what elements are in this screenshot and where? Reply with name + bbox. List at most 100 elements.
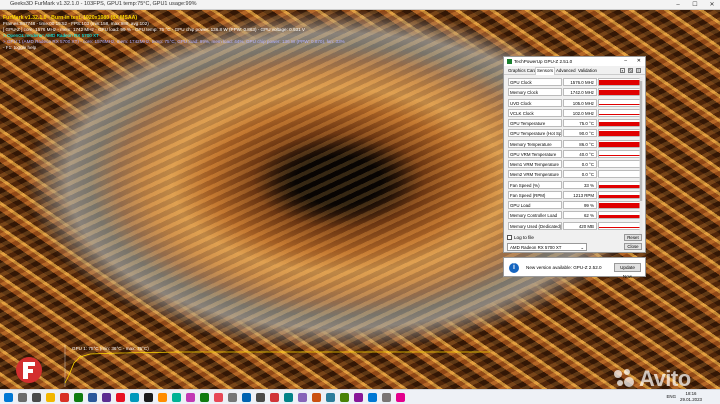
- app-icon-2[interactable]: [74, 393, 83, 402]
- sensor-name[interactable]: Memory Temperature: [508, 139, 562, 148]
- camera-icon[interactable]: ▪: [620, 68, 625, 73]
- sensor-value: 62 %: [563, 211, 597, 220]
- gpuz-title: TechPowerUp GPU-Z 2.51.0: [514, 59, 573, 64]
- taskbar: ENG 18:16 29.01.2023: [0, 389, 720, 404]
- app-icon-20[interactable]: [326, 393, 335, 402]
- app-icon-17[interactable]: [284, 393, 293, 402]
- sensor-graph-bar: [599, 131, 640, 137]
- sensor-graph: [598, 170, 641, 179]
- app-icon-13[interactable]: [228, 393, 237, 402]
- sensor-name[interactable]: Memory Controller Load: [508, 211, 562, 220]
- clock[interactable]: 18:16 29.01.2023: [680, 391, 702, 403]
- furmark-logo-icon: [12, 353, 46, 387]
- gpuz-minimize-icon[interactable]: –: [624, 58, 627, 64]
- sensor-graph-bar: [599, 185, 640, 188]
- app-icon-1[interactable]: [60, 393, 69, 402]
- sensor-value: 99 %: [563, 201, 597, 209]
- gpu-select[interactable]: AMD Radeon RX 5700 XT ⌄: [507, 243, 587, 251]
- start-icon[interactable]: [4, 393, 13, 402]
- sensor-graph: [598, 98, 641, 107]
- app-icon-14[interactable]: [242, 393, 251, 402]
- app-icon-10[interactable]: [186, 393, 195, 402]
- app-icon-5[interactable]: [116, 393, 125, 402]
- sensor-name[interactable]: Memory Clock: [508, 88, 562, 97]
- sensor-graph-bar: [599, 214, 640, 219]
- tab-validation[interactable]: Validation: [577, 68, 598, 73]
- app-icon-6[interactable]: [130, 393, 139, 402]
- app-icon-22[interactable]: [354, 393, 363, 402]
- sensor-value: 102.0 MHz: [563, 108, 597, 117]
- sensor-value: 420 MB: [563, 221, 597, 230]
- close-icon[interactable]: ✕: [704, 0, 720, 10]
- app-icon-12[interactable]: [214, 393, 223, 402]
- sensor-graph-line: [599, 154, 640, 156]
- sensor-name[interactable]: UVD Clock: [508, 98, 562, 107]
- reset-button[interactable]: Reset: [624, 234, 642, 241]
- sensor-row: Fan Speed (RPM) 1213 RPM: [507, 190, 644, 200]
- app-icon-24[interactable]: [382, 393, 391, 402]
- sensor-value: 1213 RPM: [563, 190, 597, 199]
- app-icon-25[interactable]: [396, 393, 405, 402]
- gpuz-titlebar[interactable]: TechPowerUp GPU-Z 2.51.0 – ✕: [504, 57, 645, 66]
- graph-label: GPU 1: 75°C (min: 36°C - max: 75°C): [72, 346, 149, 351]
- app-icon-21[interactable]: [340, 393, 349, 402]
- sensor-name[interactable]: Fan Speed (RPM): [508, 190, 562, 199]
- app-icon-16[interactable]: [270, 393, 279, 402]
- app-icon-3[interactable]: [88, 393, 97, 402]
- app-icon-23[interactable]: [368, 393, 377, 402]
- gpuz-tabs: Graphics Card Sensors Advanced Validatio…: [504, 66, 645, 75]
- furmark-titlebar[interactable]: Geeks3D FurMark v1.32.1.0 - 103FPS, GPU1…: [0, 0, 720, 10]
- sensor-row: Memory Used (Dedicated) 420 MB: [507, 221, 644, 231]
- minimize-icon[interactable]: –: [670, 0, 686, 10]
- gpuz-close-icon[interactable]: ✕: [637, 58, 641, 64]
- temperature-graph: GPU 1: 75°C (min: 36°C - max: 75°C): [60, 345, 490, 387]
- sensor-value: 33 %: [563, 180, 597, 189]
- refresh-icon[interactable]: ↻: [628, 68, 633, 73]
- avito-logo-icon: [614, 369, 634, 387]
- app-icon-18[interactable]: [298, 393, 307, 402]
- sensor-scrollbar[interactable]: [639, 77, 643, 285]
- log-to-file-checkbox[interactable]: [507, 235, 512, 240]
- app-icon-7[interactable]: [144, 393, 153, 402]
- sensor-value: 40.0 °C: [563, 149, 597, 158]
- sensor-name[interactable]: Mem1 VRM Temperature: [508, 160, 562, 168]
- tab-sensors[interactable]: Sensors: [535, 67, 556, 75]
- gpuz-app-icon: [507, 59, 512, 64]
- update-now-button[interactable]: Update Now: [614, 263, 641, 279]
- app-icon-11[interactable]: [200, 393, 209, 402]
- sensor-row: GPU Clock 1576.0 MHz: [507, 77, 644, 87]
- file-explorer-icon[interactable]: [46, 393, 55, 402]
- sensor-name[interactable]: Fan Speed (%): [508, 180, 562, 189]
- sensor-row: Fan Speed (%) 33 %: [507, 180, 644, 190]
- sensor-name[interactable]: Mem2 VRM Temperature: [508, 170, 562, 179]
- app-icon-4[interactable]: [102, 393, 111, 402]
- sensor-name[interactable]: VCLK Clock: [508, 108, 562, 117]
- sensor-name[interactable]: GPU Temperature (Hot Spot): [508, 129, 562, 138]
- task-view-icon[interactable]: [32, 393, 41, 402]
- gpu-select-value: AMD Radeon RX 5700 XT: [510, 245, 562, 250]
- close-button[interactable]: Close: [624, 243, 642, 250]
- tab-graphics-card[interactable]: Graphics Card: [507, 68, 537, 73]
- sensor-graph-line: [599, 113, 640, 115]
- tab-advanced[interactable]: Advanced: [555, 68, 577, 73]
- app-icon-19[interactable]: [312, 393, 321, 402]
- sensor-row: Mem1 VRM Temperature 0.0 °C: [507, 159, 644, 169]
- menu-icon[interactable]: ≡: [636, 68, 641, 73]
- sensor-graph: [598, 160, 641, 168]
- maximize-icon[interactable]: ☐: [687, 0, 703, 10]
- sensor-name[interactable]: GPU Load: [508, 201, 562, 209]
- language-indicator[interactable]: ENG: [666, 394, 676, 399]
- sensor-name[interactable]: GPU VRM Temperature: [508, 149, 562, 158]
- search-icon[interactable]: [18, 393, 27, 402]
- sensor-name[interactable]: Memory Used (Dedicated): [508, 221, 562, 230]
- overlay-help-hint: - F1: toggle help: [3, 45, 37, 50]
- app-icon-8[interactable]: [158, 393, 167, 402]
- info-icon: i: [509, 263, 519, 273]
- sensor-name[interactable]: GPU Clock: [508, 78, 562, 86]
- sensor-value: 1576.0 MHz: [563, 78, 597, 86]
- app-icon-9[interactable]: [172, 393, 181, 402]
- sensor-name[interactable]: GPU Temperature: [508, 119, 562, 127]
- update-notification: i New version available: GPU-Z 2.52.0 Up…: [503, 257, 646, 279]
- app-icon-15[interactable]: [256, 393, 265, 402]
- update-message: New version available: GPU-Z 2.52.0: [526, 265, 602, 270]
